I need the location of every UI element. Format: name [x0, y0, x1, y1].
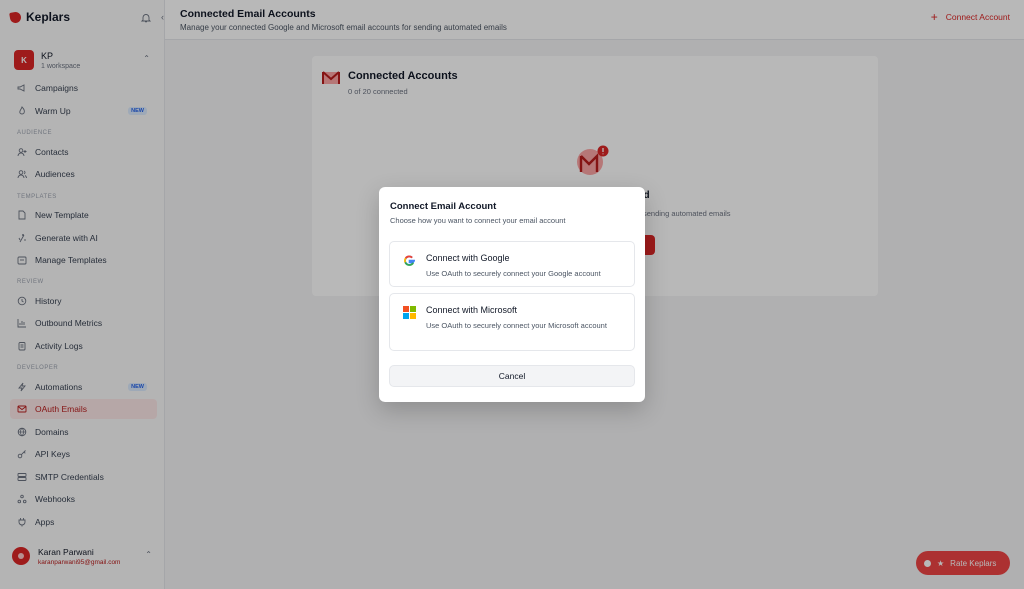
microsoft-option-title: Connect with Microsoft: [426, 305, 518, 315]
google-option-description: Use OAuth to securely connect your Googl…: [426, 269, 601, 278]
modal-subtitle: Choose how you want to connect your emai…: [390, 216, 566, 225]
microsoft-option-description: Use OAuth to securely connect your Micro…: [426, 321, 607, 330]
google-icon: [404, 255, 415, 266]
connect-google-option[interactable]: Connect with Google Use OAuth to securel…: [389, 241, 635, 287]
google-option-title: Connect with Google: [426, 253, 510, 263]
connect-microsoft-option[interactable]: Connect with Microsoft Use OAuth to secu…: [389, 293, 635, 351]
connect-email-modal: Connect Email Account Choose how you wan…: [379, 187, 645, 402]
microsoft-icon: [403, 306, 416, 319]
modal-title: Connect Email Account: [390, 201, 497, 212]
cancel-button[interactable]: Cancel: [389, 365, 635, 387]
